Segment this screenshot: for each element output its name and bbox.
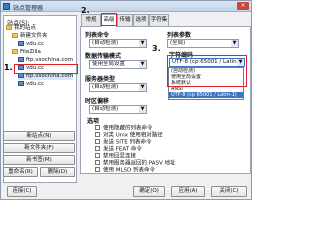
checkbox-option[interactable]: 使用 MLSD 列表命令 bbox=[95, 167, 155, 174]
highlight-box-site bbox=[14, 64, 78, 74]
delete-button[interactable]: 删除(D) bbox=[40, 167, 75, 177]
list-params-label: 列表参数 bbox=[167, 32, 192, 39]
checkbox-option[interactable]: 发送 FEAT 命令 bbox=[95, 146, 142, 153]
options-label: 选项 bbox=[87, 118, 100, 125]
tree-item-site[interactable]: vdu.cc bbox=[18, 41, 44, 48]
checkbox-option[interactable]: 禁用回显连接 bbox=[95, 153, 136, 160]
checkbox-option[interactable]: 禁用服务器返回的 PASV 地址 bbox=[95, 160, 175, 167]
tab-charset[interactable]: 字符集 bbox=[149, 14, 169, 26]
checkbox[interactable] bbox=[95, 132, 100, 137]
app-icon bbox=[3, 3, 10, 10]
chevron-down-icon: ▼ bbox=[231, 40, 238, 47]
folder-icon bbox=[12, 49, 18, 54]
step-marker-3: 3. bbox=[152, 44, 161, 53]
apply-button[interactable]: 应用(A) bbox=[171, 186, 205, 197]
encoding-option-selected[interactable]: UTF-8 (cp 65001 / Latin-1) bbox=[169, 92, 243, 98]
connect-button[interactable]: 连接(C) bbox=[7, 186, 37, 197]
checkbox-option[interactable]: 对类 Unix 使用相对路径 bbox=[95, 132, 163, 139]
checkbox[interactable] bbox=[95, 146, 100, 151]
data-transfer-label: 数据传输模式 bbox=[85, 53, 122, 60]
server-type-label: 服务器类型 bbox=[85, 76, 116, 83]
checkbox[interactable] bbox=[95, 125, 100, 130]
server-icon bbox=[18, 57, 24, 62]
list-params-select[interactable]: (全局) ▼ bbox=[167, 39, 239, 48]
site-manager-window: 站点管理器 × 站点(S): 我的站点 新建文件夹 vdu.cc FileZil… bbox=[0, 0, 252, 200]
list-command-select[interactable]: (自动检测) ▼ bbox=[89, 39, 147, 48]
server-icon bbox=[18, 81, 24, 86]
data-transfer-select[interactable]: 使用全局设置 ▼ bbox=[89, 60, 147, 69]
time-offset-label: 时区偏移 bbox=[85, 98, 110, 105]
checkbox[interactable] bbox=[95, 160, 100, 165]
checkbox[interactable] bbox=[95, 153, 100, 158]
server-type-select[interactable]: (自动检测) ▼ bbox=[89, 83, 147, 92]
new-site-button[interactable]: 新站点(N) bbox=[3, 131, 75, 141]
new-bookmark-button[interactable]: 新书签(M) bbox=[3, 155, 75, 165]
tab-options[interactable]: 选项 bbox=[133, 14, 149, 26]
rename-button[interactable]: 重命名(R) bbox=[3, 167, 38, 177]
tree-item-site[interactable]: vdu.cc bbox=[18, 81, 44, 88]
folder-icon bbox=[12, 33, 18, 38]
chevron-down-icon: ▼ bbox=[139, 40, 146, 47]
checkbox-option[interactable]: 发送 SITE 列表命令 bbox=[95, 139, 151, 146]
window-title: 站点管理器 bbox=[13, 5, 44, 12]
new-folder-button[interactable]: 新文件夹(F) bbox=[3, 143, 75, 153]
chevron-down-icon: ▼ bbox=[139, 84, 146, 91]
tree-item-folder[interactable]: FileZilla bbox=[12, 49, 41, 56]
server-icon bbox=[18, 41, 24, 46]
tree-item-site-selected[interactable]: ftp.vsochina.com bbox=[18, 73, 74, 80]
chevron-down-icon: ▼ bbox=[139, 61, 146, 68]
folder-icon bbox=[6, 25, 12, 30]
close-dialog-button[interactable]: 关闭(C) bbox=[211, 186, 247, 197]
tree-item-folder[interactable]: 新建文件夹 bbox=[12, 33, 48, 40]
checkbox-option[interactable]: 使用隐藏的列表命令 bbox=[95, 125, 153, 132]
tree-item-site[interactable]: ftp.vsochina.com bbox=[18, 57, 73, 64]
ok-button[interactable]: 确定(O) bbox=[133, 186, 165, 197]
checkbox[interactable] bbox=[95, 139, 100, 144]
list-command-label: 列表命令 bbox=[85, 32, 110, 39]
chevron-down-icon: ▼ bbox=[139, 106, 146, 113]
close-button[interactable]: × bbox=[237, 2, 249, 10]
highlight-box-encoding bbox=[167, 55, 247, 87]
tab-transfer[interactable]: 传输 bbox=[117, 14, 133, 26]
checkbox[interactable] bbox=[95, 167, 100, 172]
tab-general[interactable]: 常规 bbox=[81, 14, 101, 26]
highlight-box-tab bbox=[101, 13, 117, 26]
title-bar: 站点管理器 × bbox=[1, 1, 251, 12]
time-offset-select[interactable]: (自动检测) ▼ bbox=[89, 105, 147, 114]
tree-item-my-sites[interactable]: 我的站点 bbox=[6, 25, 36, 32]
